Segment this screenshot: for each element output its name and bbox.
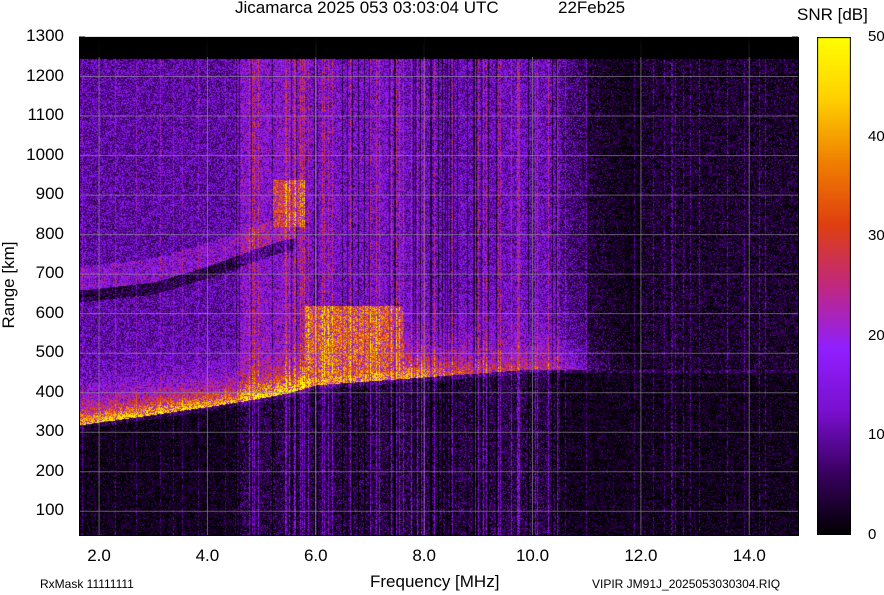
colorbar-tick-label: 50 — [868, 28, 884, 45]
x-tick-label: 4.0 — [195, 546, 220, 565]
file-label: VIPIR JM91J_2025053030304.RIQ — [592, 577, 781, 591]
colorbar-tick-label: 0 — [868, 526, 877, 543]
x-tick-label: 2.0 — [87, 546, 111, 565]
colorbar-tick-label: 30 — [868, 227, 884, 245]
x-tick-label: 6.0 — [303, 546, 328, 565]
y-tick-label: 500 — [35, 342, 64, 362]
y-tick-label: 1300 — [26, 26, 64, 45]
colorbar-tick-label: 40 — [868, 127, 884, 145]
colorbar-tick-label: 20 — [868, 326, 884, 344]
x-tick-label: 14.0 — [732, 546, 766, 565]
x-axis-label: Frequency [MHz] — [370, 572, 500, 591]
y-tick-label: 300 — [35, 421, 64, 441]
y-tick-label: 200 — [35, 460, 64, 480]
y-tick-label: 100 — [35, 500, 64, 520]
y-tick-label: 900 — [35, 184, 64, 204]
x-tick-label: 8.0 — [412, 546, 436, 565]
y-tick-label: 1200 — [26, 65, 64, 85]
y-tick-label: 1100 — [27, 105, 64, 125]
y-tick-label: 400 — [35, 381, 64, 401]
rxmask-label: RxMask 11111111 — [40, 577, 134, 591]
x-tick-label: 10.0 — [515, 546, 550, 565]
colorbar — [817, 37, 851, 535]
plot-border — [79, 37, 799, 536]
y-tick-label: 1000 — [26, 144, 64, 164]
colorbar-tick-label: 10 — [868, 426, 884, 444]
plot-frame — [79, 36, 799, 536]
y-axis-label: Range [km] — [0, 241, 18, 329]
x-tick-label: 12.0 — [624, 546, 658, 565]
